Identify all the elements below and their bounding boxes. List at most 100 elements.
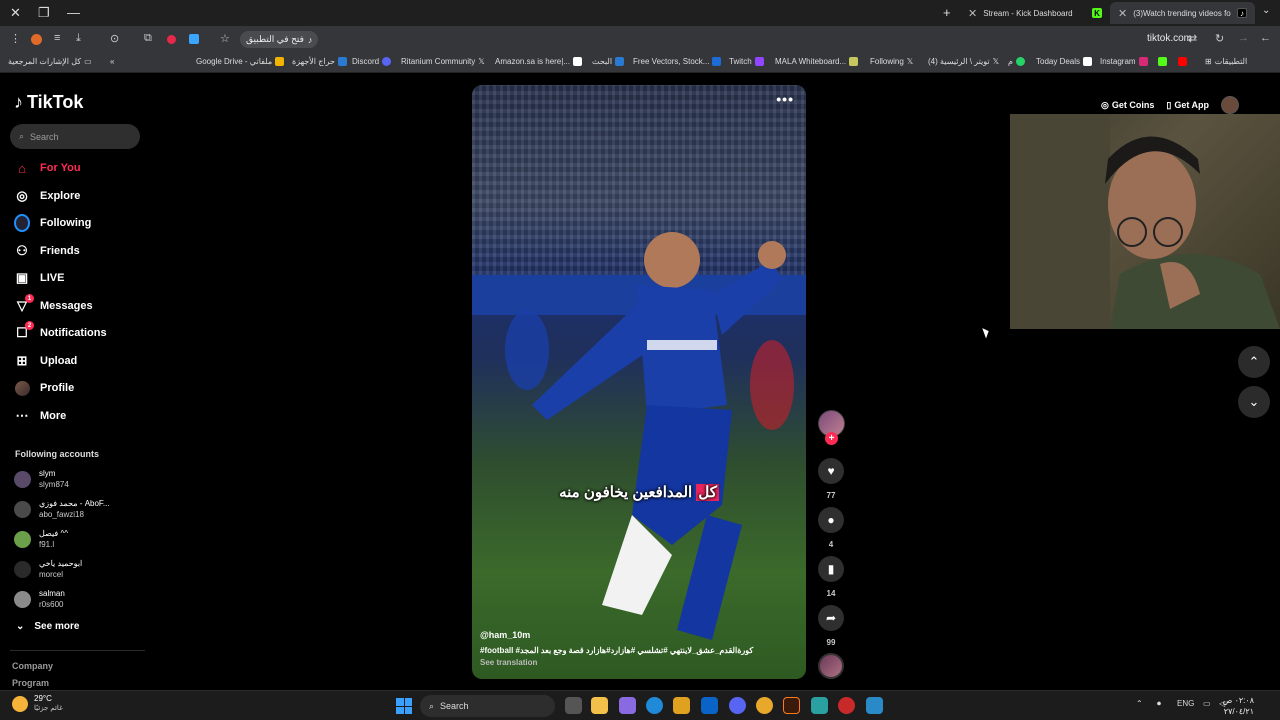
nav-for-you[interactable]: ⌂ For You <box>14 158 80 178</box>
translate-icon[interactable] <box>189 34 199 44</box>
get-app-button[interactable]: ▯ Get App <box>1166 100 1209 111</box>
search-input[interactable]: ⌕ Search <box>10 124 140 149</box>
account-item[interactable]: salman r0s600 <box>14 588 65 610</box>
previous-video-button[interactable]: ⌃ <box>1238 346 1270 378</box>
bookmark-mala[interactable]: MALA Whiteboard... <box>775 57 859 66</box>
nav-messages[interactable]: ▽ 1 Messages <box>14 294 93 316</box>
reload-icon[interactable]: ↻ <box>1215 32 1224 45</box>
bookmark-following[interactable]: Following 𝕏 <box>870 57 913 66</box>
follow-plus-icon[interactable]: + <box>825 432 838 445</box>
video-author[interactable]: @ham_10m <box>480 630 530 640</box>
comment-button[interactable]: ● <box>818 507 844 533</box>
see-translation-link[interactable]: See translation <box>480 658 537 667</box>
user-avatar[interactable] <box>1221 96 1239 114</box>
file-explorer-icon[interactable] <box>591 697 608 714</box>
language-indicator[interactable]: ENG <box>1177 699 1194 708</box>
app-icon[interactable] <box>811 697 828 714</box>
store-icon[interactable] <box>673 697 690 714</box>
video-caption[interactable]: #football #كورةالقدم_عشق_لاينتهي #تشلسي … <box>480 646 800 655</box>
menu-dots-icon[interactable]: ⋮ <box>10 32 21 45</box>
bookmark-twitch[interactable]: Twitch <box>729 57 764 66</box>
network-icon[interactable]: ▭ <box>1203 699 1211 708</box>
reader-icon[interactable]: ≡ <box>54 32 60 44</box>
star-icon[interactable]: ☆ <box>220 32 230 45</box>
system-clock[interactable]: ٠٢:٠٨ ص ٢٧/٠٤/٢١ <box>1223 695 1254 717</box>
get-coins-button[interactable]: ◎ Get Coins <box>1101 100 1154 111</box>
video-options-icon[interactable]: ••• <box>776 91 794 107</box>
bookmark-google-drive[interactable]: Google Drive - ملفاتي <box>196 57 285 66</box>
tab-kick-dashboard[interactable]: ✕ Stream - Kick Dashboard K <box>960 2 1110 24</box>
bookmark-discord[interactable]: Discord <box>352 57 392 66</box>
illustrator-icon[interactable] <box>783 697 800 714</box>
bookmark-chevron-icon[interactable]: « <box>110 57 114 66</box>
nav-upload[interactable]: ⊞ Upload <box>14 351 78 371</box>
footer-company[interactable]: Company <box>12 661 53 671</box>
new-tab-icon[interactable]: + <box>943 5 951 20</box>
see-more-button[interactable]: ⌄ See more <box>16 621 79 632</box>
extension-icon[interactable] <box>31 34 42 45</box>
bookmark-twitter-home[interactable]: (4) تويتر \ الرئيسية 𝕏 <box>928 57 999 66</box>
nav-live[interactable]: ▣ LIVE <box>14 268 65 288</box>
edge-icon[interactable] <box>646 697 663 714</box>
close-window-icon[interactable]: ✕ <box>10 5 21 21</box>
app-icon[interactable] <box>866 697 883 714</box>
close-tab-icon[interactable]: ✕ <box>968 7 977 20</box>
forward-icon[interactable]: → <box>1238 32 1249 44</box>
open-in-app-chip[interactable]: فتح في التطبيق ♪ <box>240 31 319 48</box>
extensions-icon[interactable]: ⧉ <box>144 32 152 45</box>
task-view-icon[interactable] <box>565 697 582 714</box>
bookmark-instagram[interactable]: Instagram <box>1100 57 1148 66</box>
weather-widget[interactable]: 29°C غائم جزئيًا <box>12 694 63 714</box>
nav-label: LIVE <box>40 272 65 284</box>
bookmark-whatsapp[interactable]: م <box>1008 57 1025 66</box>
address-bar-url[interactable]: tiktok.com <box>1147 33 1192 44</box>
copilot-icon[interactable] <box>619 697 636 714</box>
save-button[interactable]: ▮ <box>818 556 844 582</box>
bookmark-kick[interactable] <box>1158 57 1167 66</box>
bookmark-ritanium[interactable]: Ritanium Community 𝕏 <box>401 57 485 66</box>
account-item[interactable]: فيصل ^^ f91.l <box>14 528 68 550</box>
restore-window-icon[interactable]: ❐ <box>38 5 50 21</box>
record-icon[interactable] <box>167 35 176 44</box>
bookmark-search[interactable]: البحث <box>592 57 625 66</box>
nav-explore[interactable]: ◎ Explore <box>14 186 80 206</box>
account-item[interactable]: ابوحميد ياخي morcel <box>14 558 82 580</box>
bookmark-all[interactable]: كل الإشارات المرجعية ▭ <box>8 57 92 66</box>
microphone-icon[interactable]: ⏺ <box>1157 699 1161 709</box>
footer-program[interactable]: Program <box>12 678 49 688</box>
bookmark-haraj[interactable]: حراج الأجهزة <box>292 57 347 66</box>
nav-friends[interactable]: ⚇ Friends <box>14 241 80 261</box>
account-item[interactable]: محمد فوزي - AboF... abo_fawzi18 <box>14 498 110 520</box>
like-button[interactable]: ♥ <box>818 458 844 484</box>
share-button[interactable]: ➦ <box>818 605 844 631</box>
chrome-icon[interactable] <box>756 697 773 714</box>
bookmark-apps[interactable]: ⊞ التطبيقات <box>1205 57 1247 66</box>
site-settings-icon[interactable]: ⇄ <box>1188 32 1197 45</box>
tab-tiktok[interactable]: ✕ (3)Watch trending videos fo ♪ <box>1110 2 1255 24</box>
download-icon[interactable]: ⤓ <box>76 32 81 45</box>
bookmark-today-deals[interactable]: Today Deals <box>1036 57 1093 66</box>
taskbar-search[interactable]: ⌕ Search <box>420 695 555 717</box>
music-disc[interactable] <box>818 653 844 679</box>
bookmark-youtube[interactable] <box>1178 57 1187 66</box>
minimize-window-icon[interactable]: — <box>67 5 80 20</box>
back-icon[interactable]: ← <box>1260 32 1271 44</box>
bookmark-amazon[interactable]: Amazon.sa is here|... <box>495 57 582 66</box>
tray-overflow-icon[interactable]: ⌃ <box>1136 699 1143 708</box>
next-video-button[interactable]: ⌄ <box>1238 386 1270 418</box>
tab-search-icon[interactable]: ⌄ <box>1262 5 1270 16</box>
nav-more[interactable]: ⋯ More <box>14 406 67 426</box>
nav-following[interactable]: Following <box>14 213 91 233</box>
windows-start-icon[interactable] <box>396 698 412 714</box>
outlook-icon[interactable] <box>701 697 718 714</box>
obs-icon[interactable] <box>838 697 855 714</box>
tiktok-logo[interactable]: ♪ TikTok <box>14 92 83 113</box>
account-item[interactable]: slym slym874 <box>14 468 69 490</box>
nav-profile[interactable]: Profile <box>14 378 74 398</box>
nav-notifications[interactable]: ☐ 2 Notifications <box>14 321 107 343</box>
bookmark-free-vectors[interactable]: Free Vectors, Stock... <box>633 57 722 66</box>
video-player[interactable]: ••• كل المدافعين يخافون منه @ham_10m #fo… <box>472 85 806 679</box>
discord-icon[interactable] <box>729 697 746 714</box>
screenshot-icon[interactable]: ⊙ <box>110 32 119 45</box>
close-tab-icon[interactable]: ✕ <box>1118 7 1127 20</box>
